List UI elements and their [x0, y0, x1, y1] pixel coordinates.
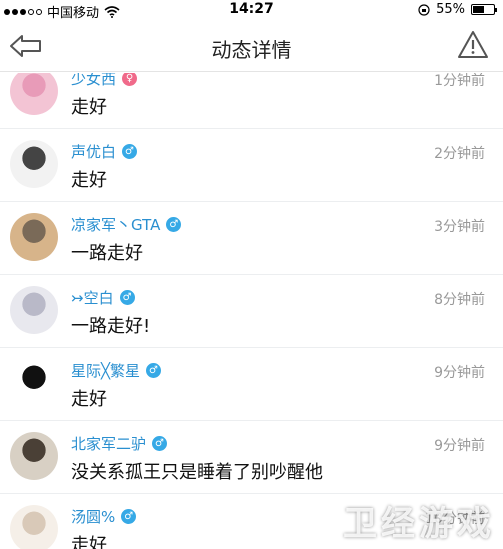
avatar[interactable]	[10, 73, 58, 115]
comment-time: 2分钟前	[434, 146, 485, 162]
avatar[interactable]	[10, 432, 58, 480]
comment-time: 3分钟前	[434, 219, 485, 235]
comment-row[interactable]: ↣空白 ♂ 8分钟前 一路走好!	[0, 275, 503, 348]
comment-text: 走好	[71, 535, 107, 549]
comment-time: 9分钟前	[434, 365, 485, 381]
comment-row[interactable]: 声优白 ♂ 2分钟前 走好	[0, 129, 503, 202]
comment-author[interactable]: 北家军二驴 ♂	[71, 433, 168, 454]
male-icon: ♂	[152, 436, 168, 451]
comment-author[interactable]: 汤圆% ♂	[71, 506, 137, 527]
rotation-lock-icon	[418, 3, 430, 16]
comment-row[interactable]: 凉家军丶GTA ♂ 3分钟前 一路走好	[0, 202, 503, 275]
author-name[interactable]: 凉家军丶GTA	[71, 214, 160, 235]
comment-row[interactable]: 星际╳繁星 ♂ 9分钟前 走好	[0, 348, 503, 421]
avatar[interactable]	[10, 359, 58, 407]
avatar[interactable]	[10, 505, 58, 549]
comment-text: 没关系孤王只是睡着了别吵醒他	[71, 462, 323, 483]
author-name[interactable]: 少女西	[71, 73, 116, 89]
female-icon: ♀	[122, 73, 138, 86]
author-name[interactable]: ↣空白	[71, 287, 114, 308]
comment-time: 8分钟前	[434, 292, 485, 308]
author-name[interactable]: 声优白	[71, 141, 116, 162]
avatar[interactable]	[10, 213, 58, 261]
comment-text: 一路走好!	[71, 316, 151, 337]
comment-text: 走好	[71, 170, 107, 191]
male-icon: ♂	[121, 509, 137, 524]
avatar[interactable]	[10, 140, 58, 188]
comment-text: 走好	[71, 97, 107, 118]
nav-bar: 动态详情	[0, 20, 503, 72]
comment-list[interactable]: 少女西 ♀ 1分钟前 走好 声优白 ♂ 2分钟前 走好 凉家军丶GTA ♂ 3分…	[0, 73, 503, 549]
comment-row[interactable]: 少女西 ♀ 1分钟前 走好	[0, 73, 503, 129]
comment-author[interactable]: 少女西 ♀	[71, 73, 138, 89]
battery-percent: 55%	[436, 2, 465, 17]
comment-time: 1分钟前	[434, 73, 485, 89]
author-name[interactable]: 星际╳繁星	[71, 360, 140, 381]
comment-text: 走好	[71, 389, 107, 410]
comment-author[interactable]: 凉家军丶GTA ♂	[71, 214, 182, 235]
avatar[interactable]	[10, 286, 58, 334]
status-right: 55%	[418, 2, 497, 17]
male-icon: ♂	[146, 363, 162, 378]
comment-author[interactable]: 星际╳繁星 ♂	[71, 360, 162, 381]
comment-time: 9分钟前	[434, 438, 485, 454]
page-title: 动态详情	[211, 38, 292, 62]
watermark: 卫经游戏	[343, 504, 495, 544]
comment-author[interactable]: 声优白 ♂	[71, 141, 138, 162]
warning-icon[interactable]	[457, 30, 489, 60]
battery-icon	[471, 4, 497, 15]
status-bar: 中国移动 14:27 55%	[0, 0, 503, 21]
author-name[interactable]: 北家军二驴	[71, 433, 146, 454]
male-icon: ♂	[122, 144, 138, 159]
male-icon: ♂	[166, 217, 182, 232]
comment-row[interactable]: 北家军二驴 ♂ 9分钟前 没关系孤王只是睡着了别吵醒他	[0, 421, 503, 494]
author-name[interactable]: 汤圆%	[71, 506, 115, 527]
comment-author[interactable]: ↣空白 ♂	[71, 287, 135, 308]
male-icon: ♂	[119, 290, 135, 305]
comment-text: 一路走好	[71, 243, 143, 264]
